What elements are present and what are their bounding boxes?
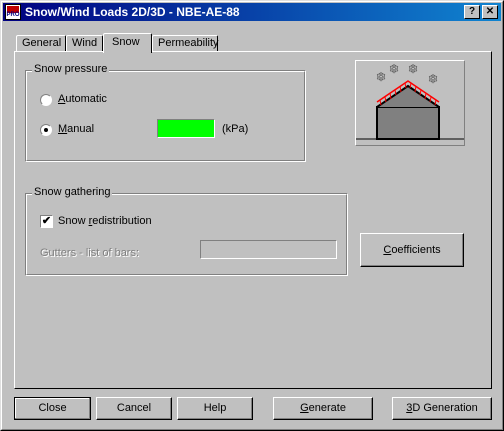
snowflake-icon: ❄ [408, 62, 418, 76]
tab-wind[interactable]: Wind [66, 35, 103, 52]
help-titlebar-button[interactable]: ? [464, 5, 480, 19]
cancel-button[interactable]: Cancel [96, 397, 172, 420]
snow-redistribution-label[interactable]: Snow redistribution [58, 215, 152, 227]
help-button[interactable]: Help [177, 397, 253, 420]
snowflake-icon: ❄ [389, 62, 399, 76]
snow-gathering-legend: Snow gathering [32, 186, 113, 198]
dialog-window: PRO Snow/Wind Loads 2D/3D - NBE-AE-88 ? … [0, 0, 504, 431]
gutters-input [200, 240, 337, 259]
app-icon[interactable]: PRO [5, 4, 21, 20]
title-bar[interactable]: PRO Snow/Wind Loads 2D/3D - NBE-AE-88 ? … [3, 3, 501, 21]
tab-permeability[interactable]: Permeability [152, 35, 219, 52]
snow-pressure-legend: Snow pressure [32, 63, 110, 75]
automatic-label[interactable]: Automatic [58, 93, 107, 105]
3d-generation-button[interactable]: 3D Generation [392, 397, 492, 420]
tab-general[interactable]: General [16, 35, 66, 52]
window-title: Snow/Wind Loads 2D/3D - NBE-AE-88 [25, 5, 240, 19]
pressure-unit-label: (kPa) [222, 123, 249, 135]
snowflake-icon: ❄ [376, 70, 386, 84]
snow-preview-image: ❄ ❄ ❄ ❄ [355, 60, 465, 146]
close-button[interactable]: Close [14, 397, 91, 420]
app-icon-text: PRO [6, 12, 20, 18]
snow-gathering-group: Snow gathering ✔ Snow redistribution Gut… [25, 186, 348, 276]
gutters-label: Gutters - list of bars: [40, 247, 140, 259]
building-shape [376, 106, 440, 140]
tab-panel-snow: Snow pressure Automatic Manual (kPa) ❄ ❄… [14, 51, 492, 389]
snowflake-icon: ❄ [428, 72, 438, 86]
manual-radio[interactable] [40, 124, 52, 136]
snow-redistribution-checkbox[interactable]: ✔ [40, 215, 53, 228]
snow-roof-illustration: ❄ ❄ ❄ ❄ [356, 62, 464, 140]
coefficients-button[interactable]: Coefficients [360, 233, 464, 267]
snow-pressure-group: Snow pressure Automatic Manual (kPa) [25, 63, 306, 162]
close-titlebar-button[interactable]: ✕ [482, 5, 498, 19]
manual-label[interactable]: Manual [58, 123, 94, 135]
automatic-radio[interactable] [40, 94, 52, 106]
snow-pressure-input[interactable] [157, 119, 215, 138]
tab-snow[interactable]: Snow [103, 33, 152, 53]
generate-button[interactable]: Generate [273, 397, 373, 420]
